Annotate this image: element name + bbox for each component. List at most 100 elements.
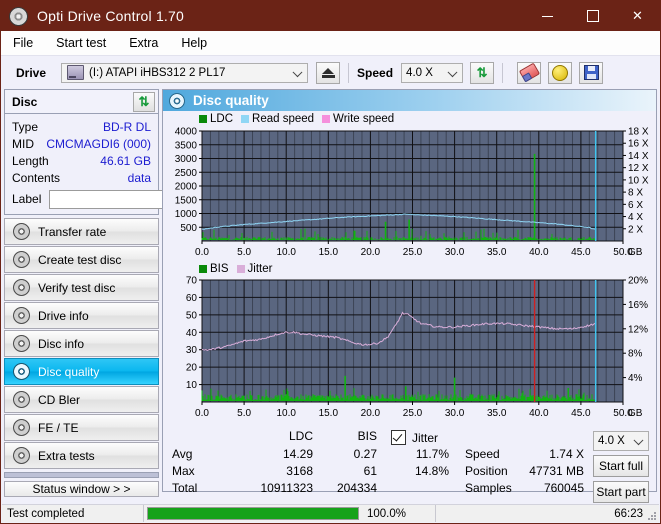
test-speed-select[interactable]: 4.0 X — [593, 431, 649, 451]
eraser-icon — [518, 62, 540, 83]
drive-toolbar: Drive (I:) ATAPI iHBS312 2 PL17 Speed 4.… — [1, 56, 660, 89]
status-window-button[interactable]: Status window > > — [4, 481, 159, 497]
disc-icon — [13, 447, 30, 464]
sidebar-item-transfer-rate[interactable]: Transfer rate — [4, 218, 159, 245]
disc-row-length: Length 46.61 GB — [12, 152, 151, 169]
window-controls: ✕ — [525, 1, 660, 31]
svg-text:8 X: 8 X — [628, 188, 643, 199]
sidebar-item-label: Disc info — [38, 336, 85, 351]
maximize-button[interactable] — [570, 1, 615, 31]
drive-icon — [67, 65, 85, 80]
svg-text:15.0: 15.0 — [319, 247, 339, 258]
menu-item-file[interactable]: File — [10, 34, 36, 52]
refresh-button[interactable]: ⇅ — [470, 61, 495, 84]
legend-swatch-read-speed — [241, 115, 250, 123]
sidebar-filler — [4, 472, 159, 478]
disc-type-key: Type — [12, 119, 39, 134]
erase-button[interactable] — [517, 61, 542, 84]
svg-text:40.0: 40.0 — [529, 408, 549, 419]
svg-text:40.0: 40.0 — [529, 247, 549, 258]
disc-contents-value: data — [127, 170, 151, 185]
speed-select-value: 4.0 X — [406, 66, 433, 79]
svg-text:25.0: 25.0 — [403, 408, 423, 419]
progress-text: 100.0% — [367, 507, 407, 520]
disc-row-contents: Contents data — [12, 169, 151, 186]
disc-icon — [13, 307, 30, 324]
sidebar-item-create-test-disc[interactable]: Create test disc — [4, 246, 159, 273]
drive-select[interactable]: (I:) ATAPI iHBS312 2 PL17 — [61, 62, 309, 83]
speed-label: Speed — [357, 65, 394, 80]
svg-text:16%: 16% — [628, 300, 648, 311]
sidebar-item-fe-te[interactable]: FE / TE — [4, 414, 159, 441]
minimize-icon — [542, 15, 553, 17]
legend-swatch-jitter — [236, 265, 245, 273]
disc-icon — [13, 363, 30, 380]
start-full-label: Start full — [598, 459, 643, 473]
maximize-icon — [586, 10, 599, 22]
results-area: LDC BIS Avg Max Total 14.29 3168 1091132… — [163, 429, 656, 511]
chevron-down-icon — [447, 66, 458, 77]
legend-label-jitter: Jitter — [247, 263, 273, 275]
top-chart: 500 1000 1500 2000 2500 3000 3500 4000 2 X4 X6 X… — [175, 127, 649, 259]
menu-item-extra[interactable]: Extra — [126, 34, 161, 52]
start-part-button[interactable]: Start part — [593, 481, 649, 503]
test-speed-select-value: 4.0 X — [598, 435, 625, 447]
results-col-ldc: LDC — [288, 429, 313, 443]
sidebar-item-label: Disc quality — [38, 364, 100, 379]
elapsed-time: 66:23 — [614, 507, 643, 520]
sidebar-item-verify-test-disc[interactable]: Verify test disc — [4, 274, 159, 301]
svg-text:45.0: 45.0 — [571, 408, 591, 419]
content-area: Disc ⇅ Type BD-R DL MID CMCMAGDI6 (000) — [1, 89, 660, 503]
resize-grip-icon[interactable] — [647, 511, 657, 521]
results-ldc-max: 3168 — [286, 464, 313, 478]
svg-text:16 X: 16 X — [628, 139, 649, 150]
disc-type-value: BD-R DL — [102, 119, 151, 134]
sidebar: Disc ⇅ Type BD-R DL MID CMCMAGDI6 (000) — [4, 89, 254, 497]
sidebar-item-disc-quality[interactable]: Disc quality — [4, 358, 159, 385]
svg-text:30.0: 30.0 — [445, 408, 465, 419]
sidebar-item-drive-info[interactable]: Drive info — [4, 302, 159, 329]
svg-text:2000: 2000 — [175, 182, 198, 193]
eject-button[interactable] — [316, 61, 341, 84]
jitter-checkbox[interactable] — [391, 430, 406, 445]
results-speed-label: Speed — [465, 447, 500, 461]
tips-button[interactable] — [548, 61, 573, 84]
sidebar-item-extra-tests[interactable]: Extra tests — [4, 442, 159, 469]
charts-container: LDC Read speed Write speed 500 1000 1500 20… — [163, 111, 656, 503]
menu-item-start-test[interactable]: Start test — [53, 34, 109, 52]
svg-text:3000: 3000 — [175, 154, 198, 165]
svg-text:2500: 2500 — [175, 168, 198, 179]
refresh-icon: ⇅ — [138, 94, 150, 109]
disc-row-type: Type BD-R DL — [12, 118, 151, 135]
application-window: Opti Drive Control 1.70 ✕ File Start tes… — [0, 0, 661, 524]
svg-text:6 X: 6 X — [628, 200, 643, 211]
svg-text:20.0: 20.0 — [361, 408, 381, 419]
legend-item-jitter: Jitter — [236, 263, 273, 275]
save-button[interactable] — [579, 61, 604, 84]
sidebar-item-label: Drive info — [38, 308, 89, 323]
minimize-button[interactable] — [525, 1, 570, 31]
disc-icon — [13, 419, 30, 436]
jitter-checkbox-row[interactable]: Jitter — [391, 430, 438, 445]
disc-mid-value: CMCMAGDI6 (000) — [46, 136, 151, 151]
title-bar: Opti Drive Control 1.70 ✕ — [1, 1, 660, 31]
disc-icon — [13, 279, 30, 296]
svg-text:3500: 3500 — [175, 140, 198, 151]
svg-text:14 X: 14 X — [628, 151, 649, 162]
close-button[interactable]: ✕ — [615, 1, 660, 31]
svg-text:25.0: 25.0 — [403, 247, 423, 258]
disc-refresh-button[interactable]: ⇅ — [133, 91, 155, 112]
start-full-button[interactable]: Start full — [593, 455, 649, 477]
menu-item-help[interactable]: Help — [178, 34, 210, 52]
disc-panel-body: Type BD-R DL MID CMCMAGDI6 (000) Length … — [5, 114, 254, 214]
close-icon: ✕ — [632, 8, 643, 23]
speed-select[interactable]: 4.0 X — [401, 62, 464, 83]
svg-text:4 X: 4 X — [628, 212, 643, 223]
results-samples-value: 760045 — [543, 481, 584, 495]
sidebar-item-cd-bler[interactable]: CD Bler — [4, 386, 159, 413]
status-bar: Test completed 100.0% 66:23 — [2, 504, 659, 522]
main-panel-header: Disc quality — [163, 90, 656, 111]
sidebar-item-disc-info[interactable]: Disc info — [4, 330, 159, 357]
bottom-chart: 10 20 30 40 50 60 70 4% 8% 12% 16% 20% 0.0 5.0 10.0 15.… — [186, 276, 648, 420]
svg-text:1000: 1000 — [175, 209, 198, 220]
